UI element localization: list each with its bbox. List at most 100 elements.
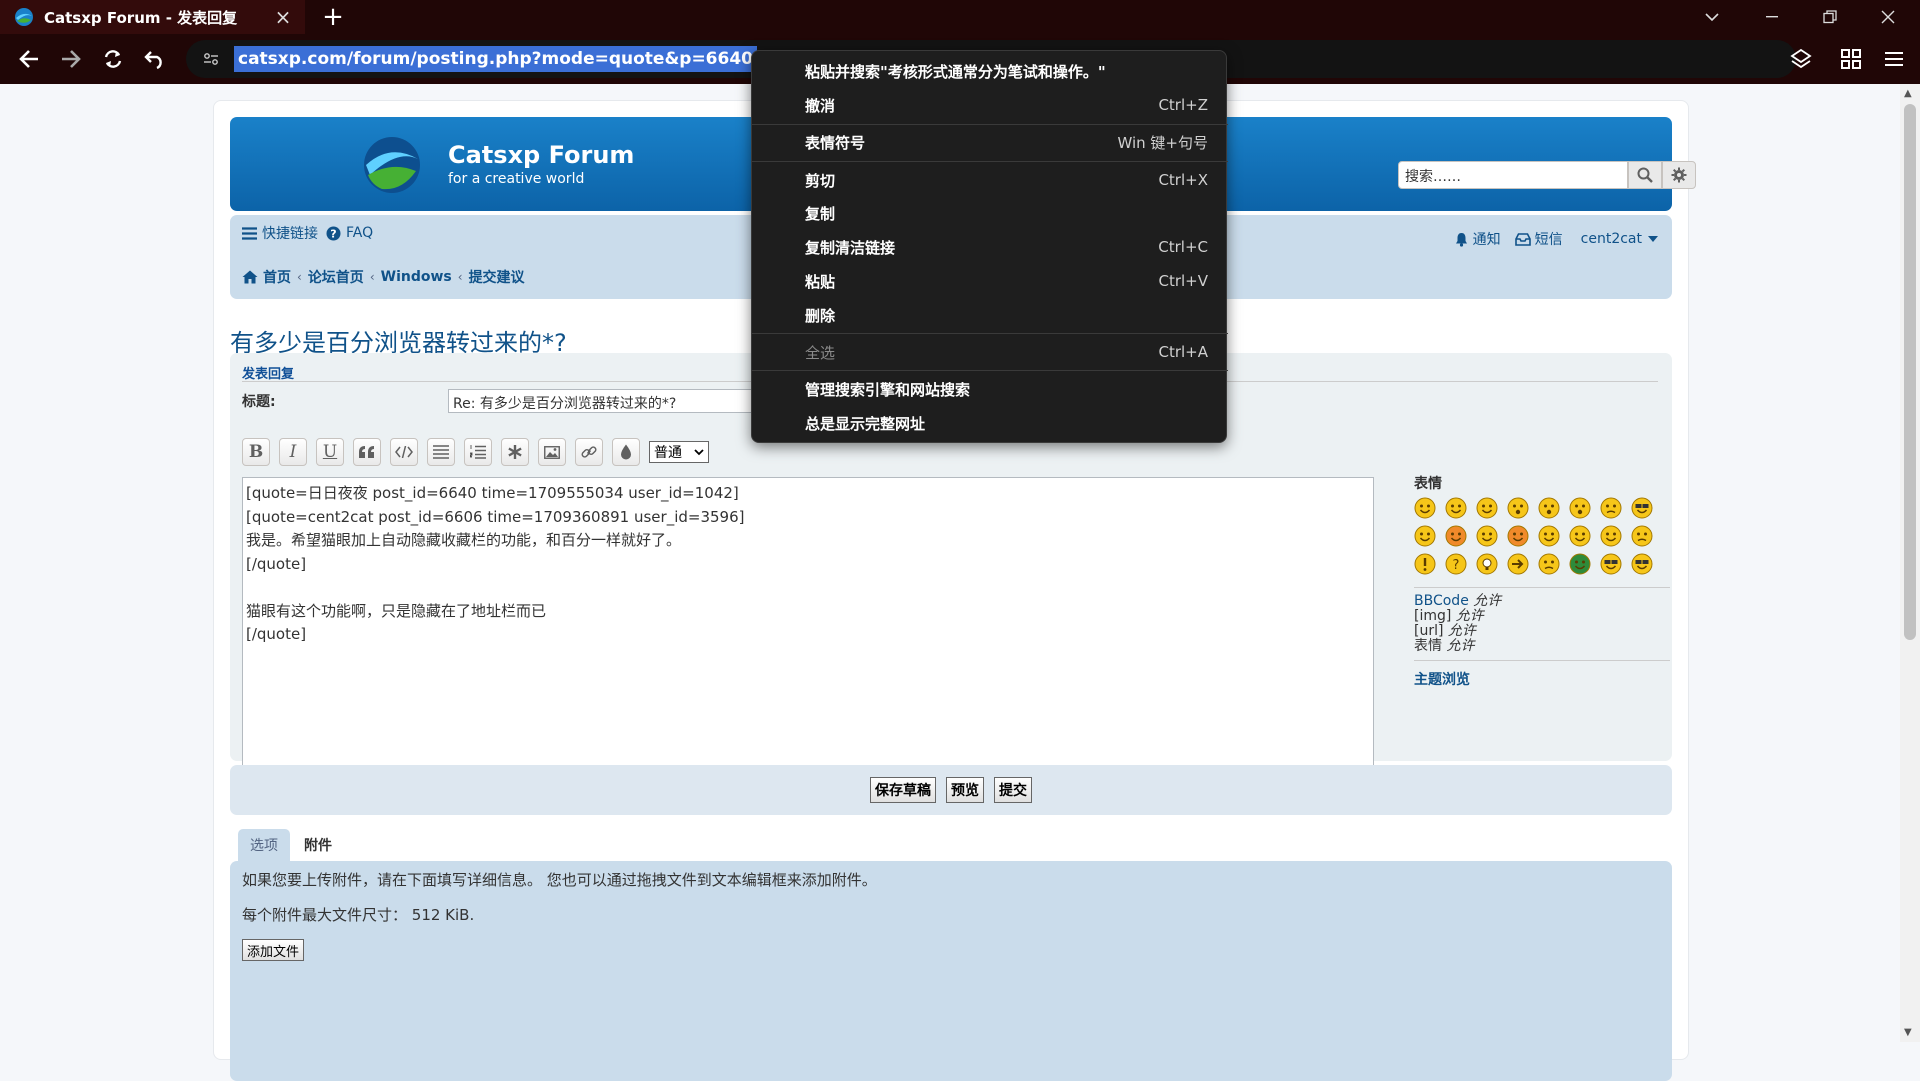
list-item-button[interactable] xyxy=(501,438,529,466)
menu-item-paste-and-search[interactable]: 粘贴并搜索"考核形式通常分为笔试和操作。" xyxy=(752,55,1228,87)
extensions-grid-icon[interactable] xyxy=(1834,42,1868,76)
font-color-button[interactable] xyxy=(612,438,640,466)
username-menu[interactable]: cent2cat xyxy=(1581,231,1642,247)
tab-attachments[interactable]: 附件 xyxy=(292,829,344,861)
search-icon[interactable] xyxy=(1628,161,1662,189)
smiley-wink-icon[interactable] xyxy=(1476,497,1498,519)
divider xyxy=(1414,587,1670,588)
smiley-confused-icon[interactable] xyxy=(1600,497,1622,519)
back-arrow-icon[interactable] xyxy=(12,42,46,76)
smiley-twisted-icon[interactable] xyxy=(1600,525,1622,547)
italic-button[interactable]: I xyxy=(279,438,307,466)
menu-item-undo[interactable]: 撤消 Ctrl+Z xyxy=(752,89,1228,121)
menu-item-delete[interactable]: 删除 xyxy=(752,299,1228,331)
smiley-cool-icon[interactable] xyxy=(1631,497,1653,519)
underline-button[interactable]: U xyxy=(316,438,344,466)
add-file-button[interactable]: 添加文件 xyxy=(242,939,305,961)
smiley-evil-icon[interactable] xyxy=(1569,525,1591,547)
quote-icon xyxy=(359,446,374,458)
browser-tab-active[interactable]: Catsxp Forum - 发表回复 × xyxy=(0,0,305,34)
submit-button[interactable]: 提交 xyxy=(994,777,1032,803)
page-scrollbar[interactable]: ▲ ▼ xyxy=(1900,84,1920,1042)
advanced-search-gear-icon[interactable] xyxy=(1662,161,1696,189)
menu-item-manage-search-engines[interactable]: 管理搜索引擎和网站搜索 xyxy=(752,373,1228,405)
preview-button[interactable]: 预览 xyxy=(946,777,984,803)
quote-button[interactable] xyxy=(353,438,381,466)
faq-link[interactable]: FAQ xyxy=(346,225,373,241)
bbcode-help-link[interactable]: BBCode xyxy=(1414,593,1469,609)
breadcrumb-forum-index[interactable]: 论坛首页 xyxy=(308,267,364,287)
search-input[interactable]: 搜索…… xyxy=(1398,161,1628,189)
breadcrumb-home[interactable]: 首页 xyxy=(263,267,291,287)
tab-close-icon[interactable]: × xyxy=(273,5,293,29)
smiley-geek-icon[interactable] xyxy=(1600,553,1622,575)
submit-panel: 保存草稿 预览 提交 xyxy=(230,765,1672,815)
smiley-eek-icon[interactable] xyxy=(1569,497,1591,519)
breadcrumb: 首页 ‹ 论坛首页 ‹ Windows ‹ 提交建议 xyxy=(242,265,525,289)
breadcrumb-windows[interactable]: Windows xyxy=(381,269,452,285)
image-button[interactable] xyxy=(538,438,566,466)
menu-item-paste[interactable]: 粘贴 Ctrl+V xyxy=(752,265,1228,297)
bold-button[interactable]: B xyxy=(242,438,270,466)
options-tabs: 选项 附件 xyxy=(238,829,346,861)
menu-item-copy[interactable]: 复制 xyxy=(752,197,1228,229)
ordered-list-button[interactable] xyxy=(464,438,492,466)
notifications-link[interactable]: 通知 xyxy=(1473,229,1501,249)
smiley-mad-icon[interactable] xyxy=(1445,525,1467,547)
scroll-thumb[interactable] xyxy=(1904,104,1916,640)
inbox-icon xyxy=(1514,232,1531,246)
smiley-idea-icon[interactable] xyxy=(1476,553,1498,575)
smiley-arrow-icon[interactable] xyxy=(1507,553,1529,575)
menu-hamburger-icon[interactable] xyxy=(1877,42,1911,76)
smiley-ugeek-icon[interactable] xyxy=(1631,553,1653,575)
smiley-question-icon[interactable]: ? xyxy=(1445,553,1467,575)
asterisk-icon xyxy=(508,445,522,459)
smiley-neutral-icon[interactable] xyxy=(1538,553,1560,575)
url-text-selected[interactable]: catsxp.com/forum/posting.php?mode=quote&… xyxy=(234,46,757,72)
smiley-laugh-icon[interactable] xyxy=(1414,525,1436,547)
subject-label: 标题: xyxy=(242,394,276,410)
smiley-green-icon[interactable] xyxy=(1569,553,1591,575)
img-allowed: 允许 xyxy=(1455,608,1484,624)
menu-item-cut[interactable]: 剪切 Ctrl+X xyxy=(752,164,1228,196)
smilies-box: 表情 ? BBCode 允许 [img] 允许 [url] 允许 表情 允许 主… xyxy=(1414,473,1670,689)
scroll-up-arrow-icon[interactable]: ▲ xyxy=(1904,88,1912,99)
smiley-surprised-icon[interactable] xyxy=(1538,497,1560,519)
smiley-sad-icon[interactable] xyxy=(1631,525,1653,547)
menu-item-emoji[interactable]: 表情符号 Win 键+句号 xyxy=(752,126,1228,158)
code-button[interactable] xyxy=(390,438,418,466)
scroll-down-arrow-icon[interactable]: ▼ xyxy=(1904,1027,1912,1038)
minimize-button[interactable] xyxy=(1748,0,1796,34)
menu-item-always-show-full-url[interactable]: 总是显示完整网址 xyxy=(752,407,1228,439)
smiley-grin-icon[interactable] xyxy=(1414,497,1436,519)
font-size-select[interactable]: 普通 xyxy=(649,441,709,463)
smiley-rolleyes-icon[interactable] xyxy=(1538,525,1560,547)
layers-icon[interactable] xyxy=(1784,42,1818,76)
smiley-exclaim-icon[interactable] xyxy=(1414,553,1436,575)
smiley-shock-icon[interactable] xyxy=(1507,497,1529,519)
save-draft-button[interactable]: 保存草稿 xyxy=(870,777,936,803)
site-info-icon[interactable] xyxy=(200,48,222,70)
smiley-smile-icon[interactable] xyxy=(1445,497,1467,519)
site-title[interactable]: Catsxp Forum xyxy=(448,141,634,169)
menu-item-select-all[interactable]: 全选 Ctrl+A xyxy=(752,336,1228,368)
restore-button[interactable] xyxy=(1806,0,1854,34)
smiley-razz-icon[interactable] xyxy=(1476,525,1498,547)
caret-down-icon[interactable] xyxy=(1648,236,1658,242)
link-button[interactable] xyxy=(575,438,603,466)
private-messages-link[interactable]: 短信 xyxy=(1535,229,1563,249)
tab-list-chevron-icon[interactable] xyxy=(1688,0,1736,34)
list-button[interactable] xyxy=(427,438,455,466)
close-window-button[interactable] xyxy=(1864,0,1912,34)
undo-close-tab-icon[interactable] xyxy=(138,42,172,76)
tab-options[interactable]: 选项 xyxy=(238,829,290,861)
breadcrumb-suggestions[interactable]: 提交建议 xyxy=(469,267,525,287)
catsxp-logo[interactable] xyxy=(362,135,422,195)
reload-icon[interactable] xyxy=(96,42,130,76)
quick-links-menu[interactable]: 快捷链接 xyxy=(262,223,318,243)
forward-arrow-icon[interactable] xyxy=(54,42,88,76)
smiley-red-face-icon[interactable] xyxy=(1507,525,1529,547)
menu-item-copy-clean-link[interactable]: 复制清洁链接 Ctrl+C xyxy=(752,231,1228,263)
topic-review-link[interactable]: 主题浏览 xyxy=(1414,669,1670,689)
new-tab-button[interactable]: + xyxy=(318,2,348,32)
